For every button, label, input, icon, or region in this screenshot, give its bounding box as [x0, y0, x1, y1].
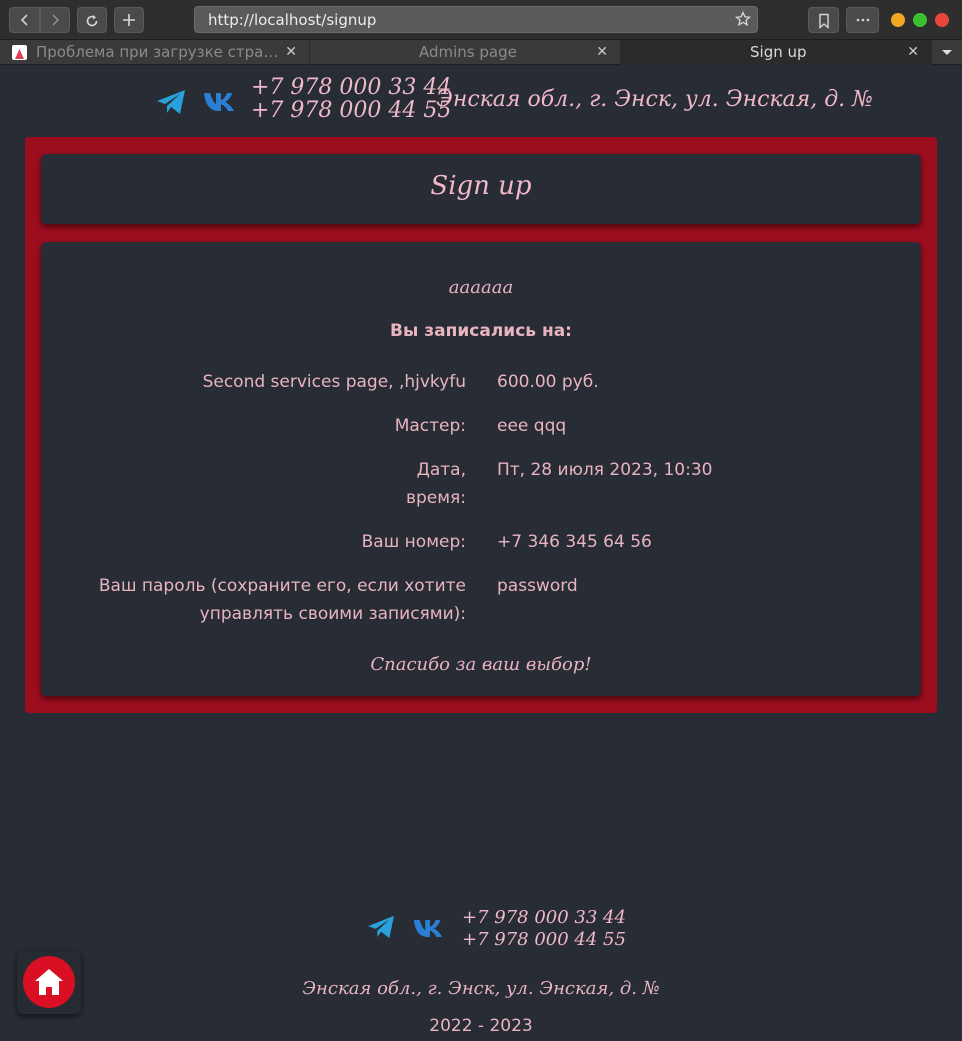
tab-sign-up[interactable]: Sign up ✕ — [621, 40, 932, 65]
telegram-icon[interactable] — [156, 89, 187, 115]
password-label: Ваш пароль (сохраните его, если хотите у… — [98, 576, 466, 624]
forward-button[interactable] — [40, 7, 70, 33]
service-label: Second services page, ,hjvkyfu — [202, 372, 466, 392]
title-card: Sign up — [41, 154, 921, 224]
booking-row-phone: Ваш номер: +7 346 345 64 56 — [41, 528, 921, 558]
home-icon — [35, 969, 63, 995]
browser-toolbar: http://localhost/signup — [0, 0, 962, 40]
footer-phone-1[interactable]: +7 978 000 33 44 — [462, 907, 626, 929]
password-value: password — [497, 576, 578, 596]
header-address: Энская обл., г. Энск, ул. Энская, д. № — [436, 87, 873, 112]
tab-error-page[interactable]: Проблема при загрузке стра… ✕ — [0, 40, 310, 65]
master-value: eee qqq — [497, 416, 567, 436]
back-button[interactable] — [9, 7, 40, 33]
new-tab-button[interactable] — [114, 7, 144, 33]
tab-list-button[interactable] — [932, 40, 962, 65]
booking-row-service: Second services page, ,hjvkyfu 600.00 ру… — [41, 368, 921, 398]
chevron-left-icon — [20, 14, 28, 26]
vk-icon[interactable] — [203, 91, 237, 112]
service-name: аааааа — [448, 277, 514, 298]
close-window-button[interactable] — [935, 13, 949, 27]
bookmark-icon — [818, 13, 829, 29]
home-button[interactable] — [17, 950, 81, 1014]
maximize-window-button[interactable] — [913, 13, 927, 27]
reload-button[interactable] — [77, 7, 107, 33]
favicon-icon — [12, 45, 27, 60]
url-text[interactable]: http://localhost/signup — [208, 11, 376, 29]
datetime-value: Пт, 28 июля 2023, 10:30 — [497, 460, 713, 480]
footer-years: 2022 - 2023 — [429, 1016, 533, 1036]
footer-phone-2[interactable]: +7 978 000 44 55 — [462, 929, 626, 951]
service-price: 600.00 руб. — [497, 372, 599, 392]
details-card: аааааа Вы записались на: Second services… — [41, 242, 921, 696]
datetime-label: Дата, время: — [405, 460, 466, 508]
chevron-right-icon — [52, 14, 60, 26]
header-phone-1[interactable]: +7 978 000 33 44 — [251, 76, 451, 99]
phone-value: +7 346 345 64 56 — [497, 532, 652, 552]
tab-label: Проблема при загрузке стра… — [36, 43, 279, 61]
tab-bar: Проблема при загрузке стра… ✕ Admins pag… — [0, 40, 962, 65]
thanks-message: Спасибо за ваш выбор! — [370, 654, 592, 675]
vk-icon[interactable] — [413, 918, 445, 938]
booking-row-master: Мастер: eee qqq — [41, 412, 921, 442]
plus-icon — [123, 14, 135, 26]
page-title: Sign up — [430, 171, 532, 201]
tab-admins-page[interactable]: Admins page ✕ — [310, 40, 621, 65]
more-icon — [856, 18, 869, 22]
phone-label: Ваш номер: — [361, 532, 466, 552]
confirmation-heading: Вы записались на: — [390, 321, 572, 341]
tab-close-icon[interactable]: ✕ — [596, 40, 608, 64]
footer-address: Энская обл., г. Энск, ул. Энская, д. № — [302, 978, 660, 999]
footer-phones: +7 978 000 33 44 +7 978 000 44 55 — [462, 907, 626, 951]
reload-icon — [86, 15, 98, 27]
bookmarks-button[interactable] — [808, 7, 839, 33]
url-bar[interactable]: http://localhost/signup — [194, 6, 758, 33]
site-header: +7 978 000 33 44 +7 978 000 44 55 Энская… — [0, 65, 962, 137]
header-phone-2[interactable]: +7 978 000 44 55 — [251, 99, 451, 122]
caret-down-icon — [942, 50, 952, 55]
minimize-window-button[interactable] — [891, 13, 905, 27]
telegram-icon[interactable] — [367, 915, 396, 939]
star-icon[interactable] — [735, 11, 751, 27]
menu-button[interactable] — [846, 7, 879, 33]
booking-row-password: Ваш пароль (сохраните его, если хотите у… — [41, 572, 921, 630]
booking-row-datetime: Дата, время: Пт, 28 июля 2023, 10:30 — [41, 456, 921, 514]
signup-container: Sign up аааааа Вы записались на: Second … — [25, 137, 937, 713]
tab-label: Sign up — [750, 43, 807, 61]
site-footer: +7 978 000 33 44 +7 978 000 44 55 Энская… — [0, 895, 962, 1041]
tab-close-icon[interactable]: ✕ — [285, 40, 297, 64]
home-button-circle[interactable] — [23, 956, 75, 1008]
tab-label: Admins page — [419, 43, 517, 61]
tab-close-icon[interactable]: ✕ — [907, 40, 919, 64]
header-phones: +7 978 000 33 44 +7 978 000 44 55 — [251, 76, 451, 122]
master-label: Мастер: — [394, 416, 466, 436]
